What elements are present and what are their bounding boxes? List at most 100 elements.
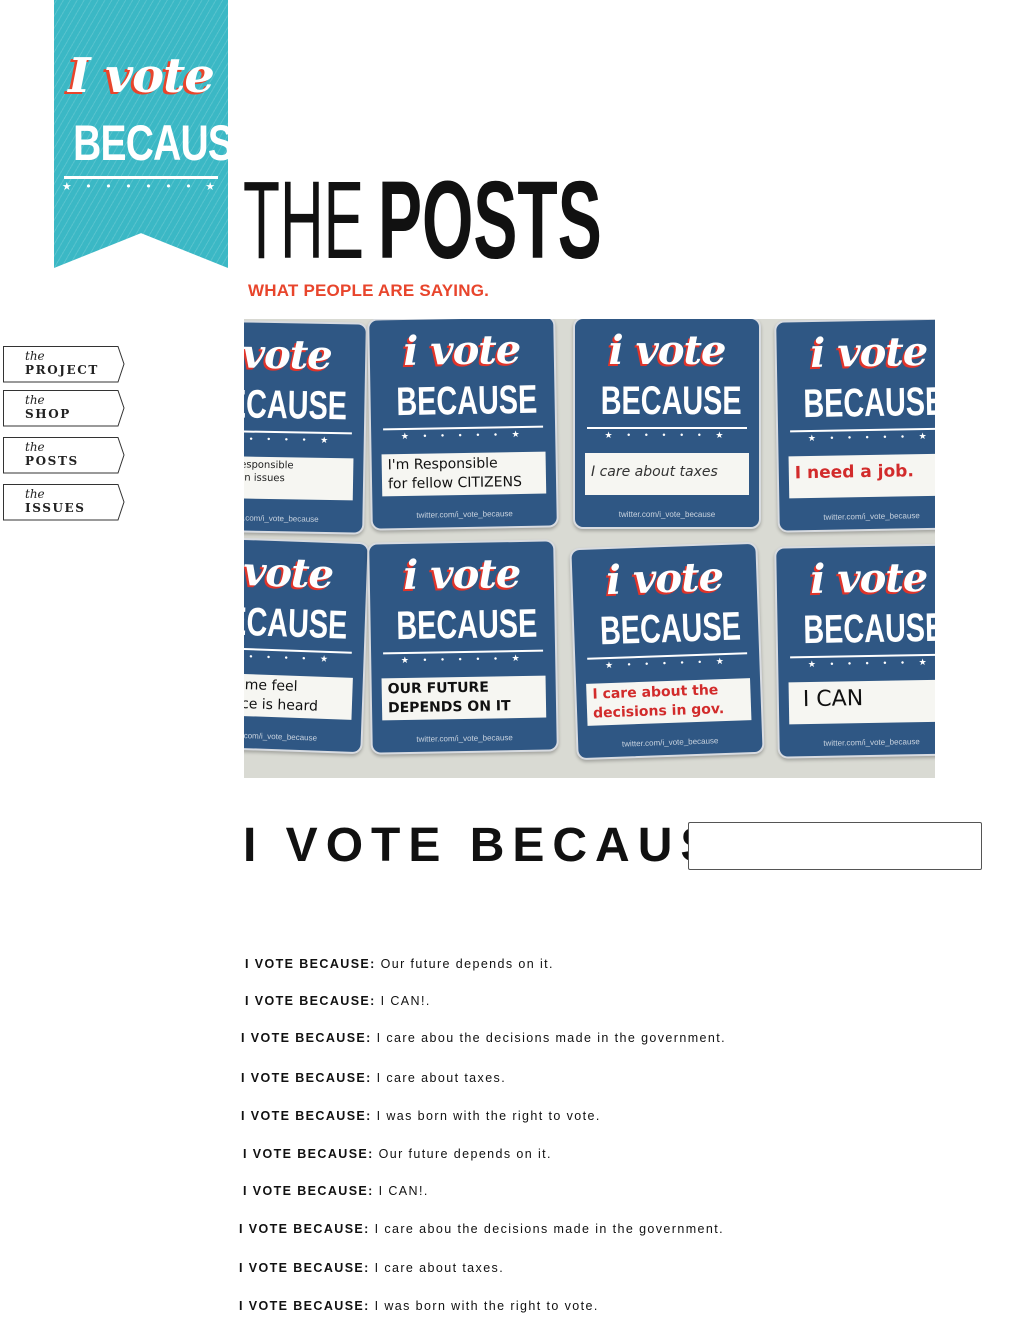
sticker: i vote BECAUSE ★ • • • • • ★ I CAN twitt… (774, 543, 935, 759)
sticker-stars-icon: ★ • • • • • ★ (244, 433, 335, 446)
nav-item-prefix: the (25, 349, 45, 363)
sticker-handle: twitter.com/i_vote_because (621, 736, 719, 749)
post-prefix: I VOTE BECAUSE: (241, 1071, 372, 1085)
sticker-stars-icon: ★ • • • • • ★ (604, 430, 730, 440)
sticker-stars-icon: ★ • • • • • ★ (807, 656, 933, 670)
post-item: I VOTE BECAUSE: Our future depends on it… (245, 957, 554, 971)
reason-input[interactable] (688, 822, 982, 870)
post-text: Our future depends on it. (378, 1147, 552, 1161)
page-subtitle: WHAT PEOPLE ARE SAYING. (248, 281, 490, 300)
post-prefix: I VOTE BECAUSE: (239, 1222, 370, 1236)
sticker: i vote BECAUSE ★ • • • • • ★ OUR FUTURE … (367, 539, 559, 755)
post-text: I care about taxes. (376, 1071, 507, 1085)
stickers-photo: i vote BECAUSE ★ • • • • • ★ to elect re… (244, 319, 935, 778)
sticker-title: i vote (402, 325, 521, 376)
sticker-handwriting: I care about taxes (585, 453, 749, 495)
nav-item-shop[interactable]: the SHOP (3, 390, 125, 427)
post-text: I CAN!. (378, 1184, 429, 1198)
sticker-title: i vote (402, 549, 521, 600)
nav-item-prefix: the (25, 487, 45, 501)
post-item: I VOTE BECAUSE: I CAN!. (245, 994, 431, 1008)
sticker-handwriting: I care about the decisions in gov. (586, 678, 752, 726)
post-item: I VOTE BECAUSE: I care abou the decision… (239, 1222, 724, 1236)
post-item: I VOTE BECAUSE: I was born with the righ… (241, 1109, 601, 1123)
nav-item-label: PROJECT (25, 363, 99, 377)
post-prefix: I VOTE BECAUSE: (239, 1261, 370, 1275)
post-text: Our future depends on it. (380, 957, 554, 971)
post-item: I VOTE BECAUSE: I care abou the decision… (241, 1031, 726, 1045)
post-prefix: I VOTE BECAUSE: (241, 1109, 372, 1123)
sticker: i vote BECAUSE ★ • • • • • ★ I care abou… (569, 541, 765, 761)
sticker-handle: twitter.com/i_vote_because (244, 730, 318, 743)
page-title: THE POSTS (243, 162, 751, 280)
sticker-stars-icon: ★ • • • • • ★ (400, 428, 526, 442)
sticker-title: i vote (244, 330, 333, 380)
page-title-light: THE (243, 159, 364, 282)
sticker-title: i vote (809, 327, 928, 378)
sticker: i vote BECAUSE ★ • • • • • ★ to elect re… (244, 319, 368, 535)
sticker-divider (587, 427, 747, 429)
nav-item-issues[interactable]: the ISSUES (3, 484, 125, 521)
sticker-subtitle: BECAUSE (803, 605, 935, 653)
sticker-title: i vote (608, 327, 727, 374)
sticker-subtitle: BECAUSE (600, 379, 742, 423)
nav-item-label: ISSUES (25, 501, 86, 515)
sticker: i vote BECAUSE ★ • • • • • ★ I need a jo… (774, 319, 935, 533)
nav-item-posts[interactable]: the POSTS (3, 437, 125, 474)
nav-item-label: POSTS (25, 454, 79, 468)
nav-item-label: SHOP (25, 407, 71, 421)
post-text: I care about taxes. (374, 1261, 505, 1275)
nav-item-prefix: the (25, 393, 45, 407)
sticker-handle: twitter.com/i_vote_because (416, 509, 513, 520)
sticker-handwriting: to elect responsible to focus on issues (244, 455, 354, 501)
post-text: I CAN!. (380, 994, 431, 1008)
post-text: I was born with the right to vote. (376, 1109, 601, 1123)
sticker-handle: twitter.com/i_vote_because (823, 737, 920, 748)
post-text: I was born with the right to vote. (374, 1299, 599, 1313)
post-prefix: I VOTE BECAUSE: (245, 957, 376, 971)
sticker-subtitle: BECAUSE (396, 601, 538, 649)
sticker: i vote BECAUSE ★ • • • • • ★ I care abou… (573, 319, 761, 529)
sticker-title: i vote (809, 553, 928, 604)
sticker-subtitle: BECAUSE (396, 377, 538, 425)
sticker-subtitle: BECAUSE (599, 604, 742, 654)
sticker-handwriting: I need a job. (788, 453, 935, 499)
sticker: i vote BECAUSE ★ • • • • • ★ makes me fe… (244, 535, 370, 755)
post-prefix: I VOTE BECAUSE: (241, 1031, 372, 1045)
sticker: i vote BECAUSE ★ • • • • • ★ I'm Respons… (367, 319, 559, 531)
sticker-title: i vote (244, 547, 334, 599)
post-item: I VOTE BECAUSE: I care about taxes. (239, 1261, 504, 1275)
sticker-subtitle: BECAUSE (244, 598, 349, 648)
post-prefix: I VOTE BECAUSE: (245, 994, 376, 1008)
sticker-handwriting: I CAN (788, 679, 935, 725)
sticker-handwriting: OUR FUTURE DEPENDS ON IT (381, 675, 547, 721)
logo-divider (64, 176, 218, 179)
sticker-subtitle: BECAUSE (244, 381, 348, 429)
post-prefix: I VOTE BECAUSE: (239, 1299, 370, 1313)
nav-item-prefix: the (25, 440, 45, 454)
sticker-handwriting: I'm Responsible for fellow CITIZENS (381, 451, 547, 497)
post-text: I care abou the decisions made in the go… (374, 1222, 724, 1236)
post-prefix: I VOTE BECAUSE: (243, 1147, 374, 1161)
post-item: I VOTE BECAUSE: I was born with the righ… (239, 1299, 599, 1313)
sticker-title: i vote (605, 553, 724, 605)
logo-i-vote-text: I vote (68, 48, 215, 104)
post-item: I VOTE BECAUSE: I care about taxes. (241, 1071, 506, 1085)
sticker-stars-icon: ★ • • • • • ★ (807, 430, 933, 444)
sticker-handle: twitter.com/i_vote_because (244, 513, 319, 524)
sticker-subtitle: BECAUSE (803, 379, 935, 427)
post-text: I care abou the decisions made in the go… (376, 1031, 726, 1045)
logo-stars-icon: ★ • • • • • • ★ (61, 180, 221, 193)
post-item: I VOTE BECAUSE: Our future depends on it… (243, 1147, 552, 1161)
sticker-handle: twitter.com/i_vote_because (823, 511, 920, 522)
nav-item-project[interactable]: the PROJECT (3, 346, 125, 383)
post-item: I VOTE BECAUSE: I CAN!. (243, 1184, 429, 1198)
brand-logo-banner[interactable]: I vote BECAUSE ★ • • • • • • ★ (54, 0, 228, 268)
sticker-stars-icon: ★ • • • • • ★ (400, 652, 526, 666)
page-title-bold: POSTS (378, 159, 602, 282)
sticker-handle: twitter.com/i_vote_because (618, 510, 716, 519)
sticker-handwriting: makes me feel my voice is heard (244, 672, 353, 720)
logo-because-text: BECAUSE (73, 115, 259, 171)
sticker-handle: twitter.com/i_vote_because (416, 733, 513, 744)
post-prefix: I VOTE BECAUSE: (243, 1184, 374, 1198)
